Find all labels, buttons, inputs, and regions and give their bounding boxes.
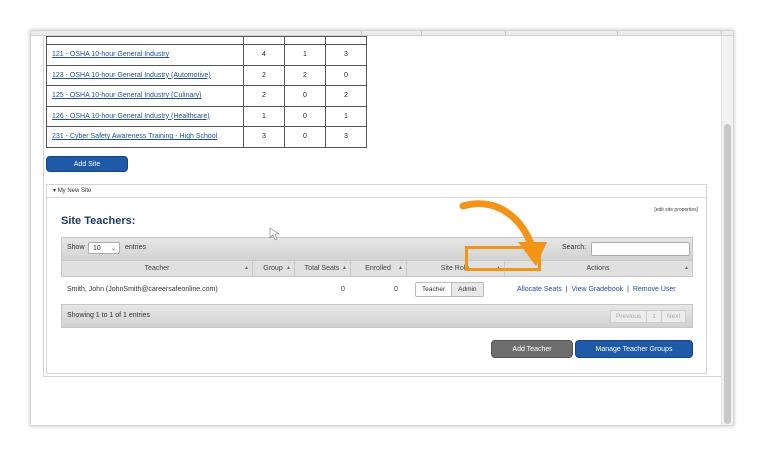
mouse-cursor-icon (269, 227, 280, 241)
